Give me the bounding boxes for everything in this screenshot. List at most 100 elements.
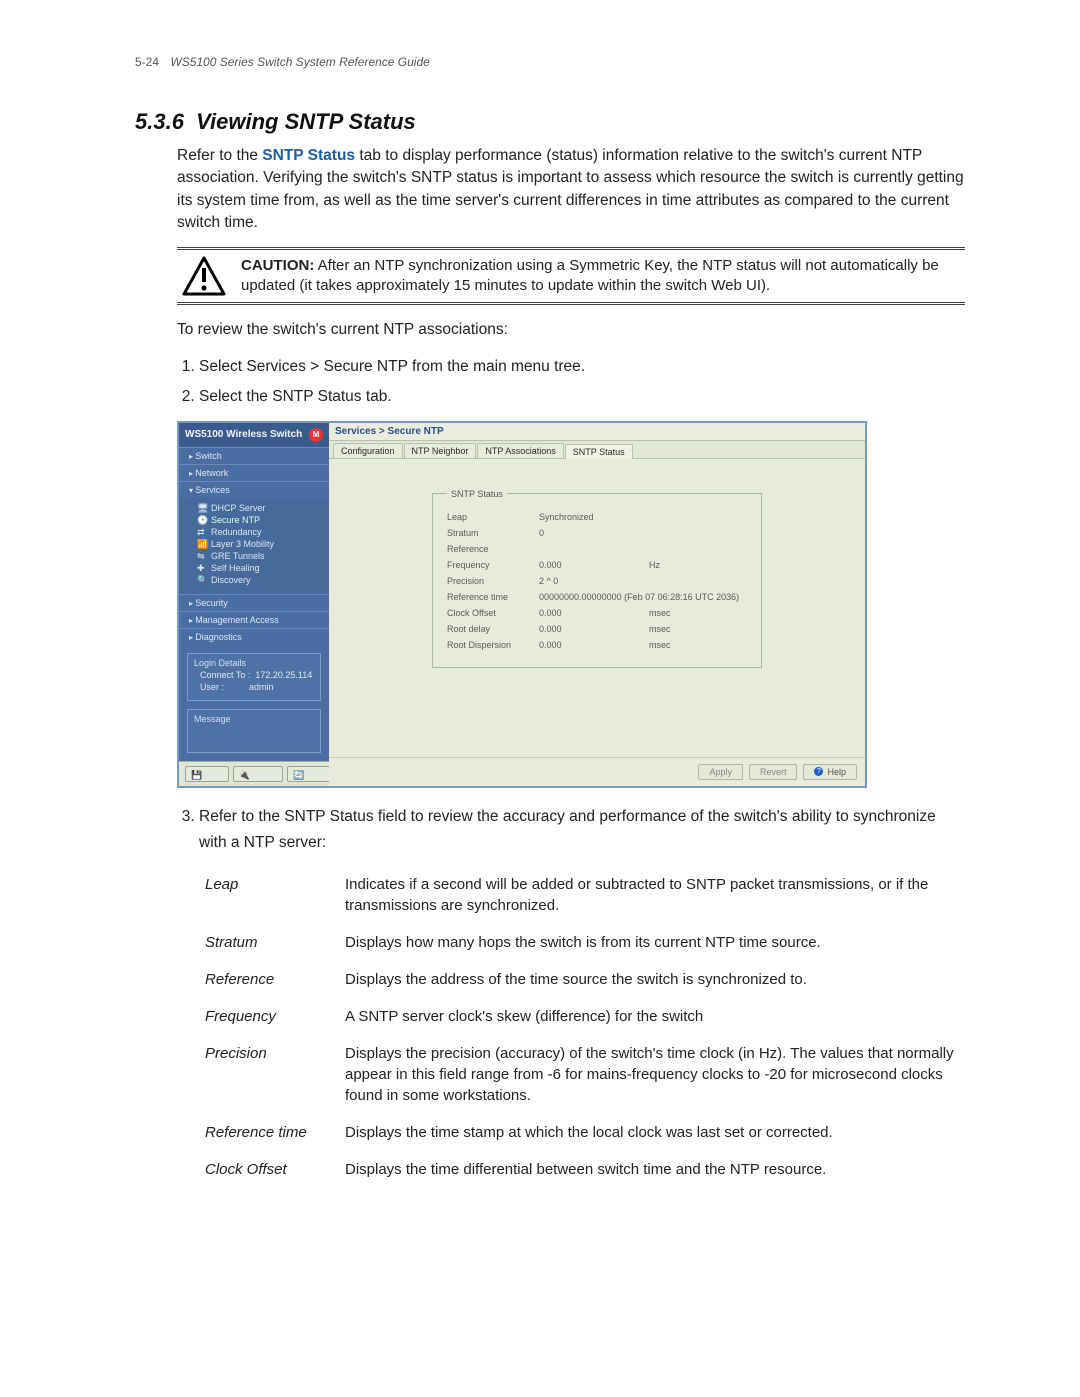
tree-item-layer3[interactable]: 📶 Layer 3 Mobility [179, 538, 329, 550]
def-row-precision: PrecisionDisplays the precision (accurac… [199, 1035, 965, 1114]
user-label: User : [200, 682, 224, 692]
sidebar-item-network[interactable]: Network [179, 464, 329, 481]
caution-label: CAUTION: [241, 257, 314, 274]
help-icon: ? [814, 767, 823, 776]
sidebar-item-mgmt[interactable]: Management Access [179, 611, 329, 628]
intro-prefix: Refer to the [177, 147, 262, 164]
def-desc-frequency: A SNTP server clock's skew (difference) … [339, 998, 965, 1035]
save-icon: 💾 [191, 770, 199, 778]
help-button[interactable]: ? Help [803, 764, 857, 780]
def-desc-reftime: Displays the time stamp at which the loc… [339, 1114, 965, 1151]
mobility-icon: 📶 [197, 539, 207, 549]
tab-ntp-associations[interactable]: NTP Associations [477, 443, 563, 458]
tree-item-secure-ntp[interactable]: 🕒Secure NTP [179, 514, 329, 526]
tree-label-gre: GRE Tunnels [211, 551, 265, 561]
sidebar: WS5100 Wireless Switch M Switch Network … [179, 423, 329, 786]
logo-badge-icon: M [309, 428, 323, 442]
def-desc-stratum: Displays how many hops the switch is fro… [339, 924, 965, 961]
tree-item-dhcp[interactable]: 🖥DHCP Server [179, 502, 329, 514]
sidebar-item-services[interactable]: Services [179, 481, 329, 498]
steps-list-cont: Refer to the SNTP Status field to review… [177, 804, 965, 857]
tree-item-selfheal[interactable]: ✚ Self Healing [179, 562, 329, 574]
sidebar-item-diagnostics[interactable]: Diagnostics [179, 628, 329, 645]
tab-ntp-neighbor[interactable]: NTP Neighbor [404, 443, 477, 458]
steps-list: Select Services > Secure NTP from the ma… [177, 354, 965, 411]
section-number: 5.3.6 [135, 109, 184, 134]
message-box: Message [187, 709, 321, 753]
save-label: Save [202, 769, 223, 779]
sidebar-item-security[interactable]: Security [179, 594, 329, 611]
frequency-value: 0.000 [539, 560, 649, 570]
reftime-label: Reference time [447, 592, 539, 602]
tab-configuration[interactable]: Configuration [333, 443, 403, 458]
secure-ntp-link: Secure NTP [324, 358, 408, 375]
def-row-reftime: Reference timeDisplays the time stamp at… [199, 1114, 965, 1151]
tunnel-icon: ⇋ [197, 551, 207, 561]
clockoffset-label: Clock Offset [447, 608, 539, 618]
user-value: admin [249, 682, 274, 692]
login-details-title: Login Details [194, 658, 314, 668]
step-2: Select the SNTP Status tab. [199, 384, 965, 410]
rootdisp-value: 0.000 [539, 640, 649, 650]
rootdelay-value: 0.000 [539, 624, 649, 634]
field-clock-offset: Clock Offset0.000msec [447, 605, 747, 621]
field-frequency: Frequency0.000Hz [447, 557, 747, 573]
step-1-prefix: Select [199, 358, 246, 375]
help-label: Help [827, 767, 846, 777]
frequency-label: Frequency [447, 560, 539, 570]
frequency-unit: Hz [649, 560, 660, 570]
tree-item-redundancy[interactable]: ⇄Redundancy [179, 526, 329, 538]
section-title: Viewing SNTP Status [196, 109, 416, 134]
step-2-suffix: tab. [362, 388, 392, 405]
app-window: WS5100 Wireless Switch M Switch Network … [177, 421, 867, 788]
guide-title: WS5100 Series Switch System Reference Gu… [170, 55, 429, 69]
services-tree: 🖥DHCP Server 🕒Secure NTP ⇄Redundancy 📶 La… [179, 498, 329, 594]
sntp-status-legend: SNTP Status [447, 489, 507, 499]
leap-value: Synchronized [539, 512, 649, 522]
def-desc-precision: Displays the precision (accuracy) of the… [339, 1035, 965, 1114]
apply-button[interactable]: Apply [698, 764, 743, 780]
def-row-stratum: StratumDisplays how many hops the switch… [199, 924, 965, 961]
app-title: WS5100 Wireless Switch [185, 429, 302, 440]
stratum-value: 0 [539, 528, 649, 538]
caution-text: CAUTION: After an NTP synchronization us… [241, 256, 961, 297]
precision-value: 2 ^ 0 [539, 576, 649, 586]
page-number: 5-24 [135, 55, 159, 69]
reference-value [539, 544, 649, 554]
heal-icon: ✚ [197, 563, 207, 573]
logout-button[interactable]: 🔌Logout [233, 766, 284, 782]
tree-label-layer3: Layer 3 Mobility [211, 539, 274, 549]
field-stratum: Stratum0 [447, 525, 747, 541]
def-term-frequency: Frequency [199, 998, 339, 1035]
redundancy-icon: ⇄ [197, 527, 207, 537]
caution-icon [181, 256, 227, 296]
def-desc-reference: Displays the address of the time source … [339, 961, 965, 998]
login-details-box: Login Details Connect To : 172.20.25.114… [187, 653, 321, 701]
field-precision: Precision2 ^ 0 [447, 573, 747, 589]
precision-label: Precision [447, 576, 539, 586]
server-icon: 🖥 [197, 503, 207, 513]
def-term-reference: Reference [199, 961, 339, 998]
rootdisp-unit: msec [649, 640, 671, 650]
stratum-label: Stratum [447, 528, 539, 538]
sidebar-footer: 💾Save 🔌Logout 🔄Refresh [179, 761, 329, 786]
review-line: To review the switch's current NTP assoc… [177, 319, 965, 341]
sidebar-item-switch[interactable]: Switch [179, 447, 329, 464]
tree-label-selfheal: Self Healing [211, 563, 260, 573]
tab-sntp-status[interactable]: SNTP Status [565, 444, 633, 459]
connect-to-value: 172.20.25.114 [255, 670, 312, 680]
sidebar-title: WS5100 Wireless Switch M [179, 423, 329, 447]
tree-item-discovery[interactable]: 🔍Discovery [179, 574, 329, 586]
save-button[interactable]: 💾Save [185, 766, 229, 782]
tree-item-gre[interactable]: ⇋ GRE Tunnels [179, 550, 329, 562]
intro-paragraph: Refer to the SNTP Status tab to display … [177, 145, 965, 235]
step-2-prefix: Select the [199, 388, 272, 405]
rootdelay-label: Root delay [447, 624, 539, 634]
revert-button[interactable]: Revert [749, 764, 798, 780]
logout-icon: 🔌 [239, 770, 247, 778]
leap-label: Leap [447, 512, 539, 522]
page-header: 5-24 WS5100 Series Switch System Referen… [135, 55, 965, 69]
def-row-frequency: FrequencyA SNTP server clock's skew (dif… [199, 998, 965, 1035]
sntp-status-field-link: SNTP Status [284, 808, 373, 825]
definitions-table: LeapIndicates if a second will be added … [199, 866, 965, 1188]
